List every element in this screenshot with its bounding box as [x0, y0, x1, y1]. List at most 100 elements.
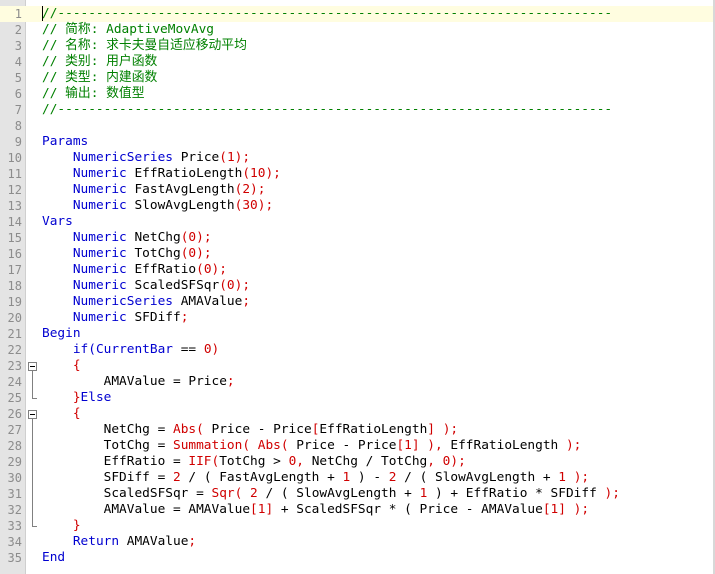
code-line-18[interactable]: 18 Numeric ScaledSFSqr(0); — [0, 278, 713, 294]
code-line-17[interactable]: 17 Numeric EffRatio(0); — [0, 262, 713, 278]
code-line-3[interactable]: 3 // 名称: 求卡夫曼自适应移动平均 — [0, 38, 713, 54]
code-line-12[interactable]: 12 Numeric FastAvgLength(2); — [0, 182, 713, 198]
code-line-33[interactable]: 33 } — [0, 518, 713, 534]
code-token: ); — [565, 438, 582, 453]
fold-guide-line — [32, 371, 33, 398]
line-number: 16 — [7, 247, 22, 261]
code-text: }Else — [42, 390, 112, 406]
code-line-9[interactable]: 9 Params — [0, 134, 713, 150]
code-line-22[interactable]: 22 if(CurrentBar == 0) — [0, 342, 713, 358]
line-number: 13 — [7, 199, 22, 213]
line-number: 21 — [7, 327, 22, 341]
code-token: } — [72, 518, 81, 533]
code-token: Numeric — [72, 246, 127, 261]
code-line-20[interactable]: 20 Numeric SFDiff; — [0, 310, 713, 326]
code-token: == — [173, 342, 204, 357]
code-line-30[interactable]: 30 SFDiff = 2 / ( FastAvgLength + 1 ) - … — [0, 470, 713, 486]
code-token: //--------------------------------------… — [42, 6, 613, 21]
code-token: (1); — [219, 150, 251, 165]
code-token: TotChg — [126, 246, 181, 261]
text-cursor — [42, 6, 43, 21]
code-line-31[interactable]: 31 ScaledSFSqr = Sqr( 2 / ( SlowAvgLengt… — [0, 486, 713, 502]
code-token: Price — [173, 150, 220, 165]
line-number: 25 — [7, 391, 22, 405]
line-number: 24 — [7, 375, 22, 389]
code-line-24[interactable]: 24 AMAValue = Price; — [0, 374, 713, 390]
code-token: ); — [565, 470, 590, 485]
code-line-35[interactable]: 35 End — [0, 550, 713, 566]
code-line-11[interactable]: 11 Numeric EffRatioLength(10); — [0, 166, 713, 182]
code-token: ScaledSFSqr = — [42, 486, 212, 501]
line-number: 29 — [7, 455, 22, 469]
code-token: if( — [72, 342, 96, 357]
code-line-5[interactable]: 5 // 类型: 内建函数 — [0, 70, 713, 86]
code-text: NumericSeries AMAValue; — [42, 294, 250, 310]
code-token: TotChg > — [219, 454, 289, 469]
code-token: SFDiff — [126, 310, 181, 325]
code-line-29[interactable]: 29 EffRatio = IIF(TotChg > 0, NetChg / T… — [0, 454, 713, 470]
code-text: // 输出: 数值型 — [42, 86, 145, 102]
code-line-25[interactable]: 25 }Else — [0, 390, 713, 406]
code-token: 1 — [558, 470, 566, 485]
code-token: / ( FastAvgLength + — [180, 470, 343, 485]
line-number: 23 — [7, 359, 22, 373]
code-token: { — [72, 358, 81, 373]
fold-collapse-icon[interactable] — [28, 410, 37, 419]
code-line-2[interactable]: 2 // 简称: AdaptiveMovAvg — [0, 22, 713, 38]
code-editor[interactable]: 1 //-------------------------------------… — [0, 0, 715, 574]
line-number: 30 — [7, 471, 22, 485]
code-text: Numeric TotChg(0); — [42, 246, 212, 262]
line-number: 6 — [14, 87, 22, 101]
code-token: EffRatioLength — [442, 438, 566, 453]
code-text: // 类别: 用户函数 — [42, 54, 157, 70]
code-token: SFDiff = — [42, 470, 173, 485]
code-token: 0) — [203, 342, 220, 357]
code-token: Numeric — [72, 182, 127, 197]
code-token: ScaledSFSqr — [126, 278, 220, 293]
line-number: 33 — [7, 519, 22, 533]
code-line-34[interactable]: 34 Return AMAValue; — [0, 534, 713, 550]
code-token: ; — [180, 310, 189, 325]
code-line-4[interactable]: 4 // 类别: 用户函数 — [0, 54, 713, 70]
code-line-1[interactable]: 1 //-------------------------------------… — [0, 6, 713, 22]
code-token: 0, — [288, 454, 304, 469]
code-token: ] ); — [427, 422, 459, 437]
code-text: Numeric NetChg(0); — [42, 230, 212, 246]
code-token: Params — [42, 134, 89, 149]
code-line-32[interactable]: 32 AMAValue = AMAValue[1] + ScaledSFSqr … — [0, 502, 713, 518]
code-line-16[interactable]: 16 Numeric TotChg(0); — [0, 246, 713, 262]
code-line-10[interactable]: 10 NumericSeries Price(1); — [0, 150, 713, 166]
code-token: TotChg = — [42, 438, 173, 453]
code-line-8[interactable]: 8 — [0, 118, 713, 134]
line-number: 9 — [14, 135, 22, 149]
code-text: Begin — [42, 326, 81, 342]
line-number: 3 — [14, 39, 22, 53]
code-line-23[interactable]: 23 { — [0, 358, 713, 374]
code-line-13[interactable]: 13 Numeric SlowAvgLength(30); — [0, 198, 713, 214]
code-line-7[interactable]: 7 //-------------------------------------… — [0, 102, 713, 118]
code-line-28[interactable]: 28 TotChg = Summation( Abs( Price - Pric… — [0, 438, 713, 454]
code-token: ) + EffRatio * SFDiff — [427, 486, 605, 501]
code-token: [1] — [250, 502, 274, 517]
code-token: NetChg = — [42, 422, 173, 437]
line-number: 20 — [7, 311, 22, 325]
code-line-14[interactable]: 14 Vars — [0, 214, 713, 230]
code-text: End — [42, 550, 65, 566]
fold-collapse-icon[interactable] — [28, 362, 37, 371]
code-line-19[interactable]: 19 NumericSeries AMAValue; — [0, 294, 713, 310]
code-line-6[interactable]: 6 // 输出: 数值型 — [0, 86, 713, 102]
code-token: (2); — [234, 182, 266, 197]
code-line-21[interactable]: 21 Begin — [0, 326, 713, 342]
line-number: 14 — [7, 215, 22, 229]
code-line-15[interactable]: 15 Numeric NetChg(0); — [0, 230, 713, 246]
code-line-26[interactable]: 26 { — [0, 406, 713, 422]
code-line-27[interactable]: 27 NetChg = Abs( Price - Price[EffRatioL… — [0, 422, 713, 438]
